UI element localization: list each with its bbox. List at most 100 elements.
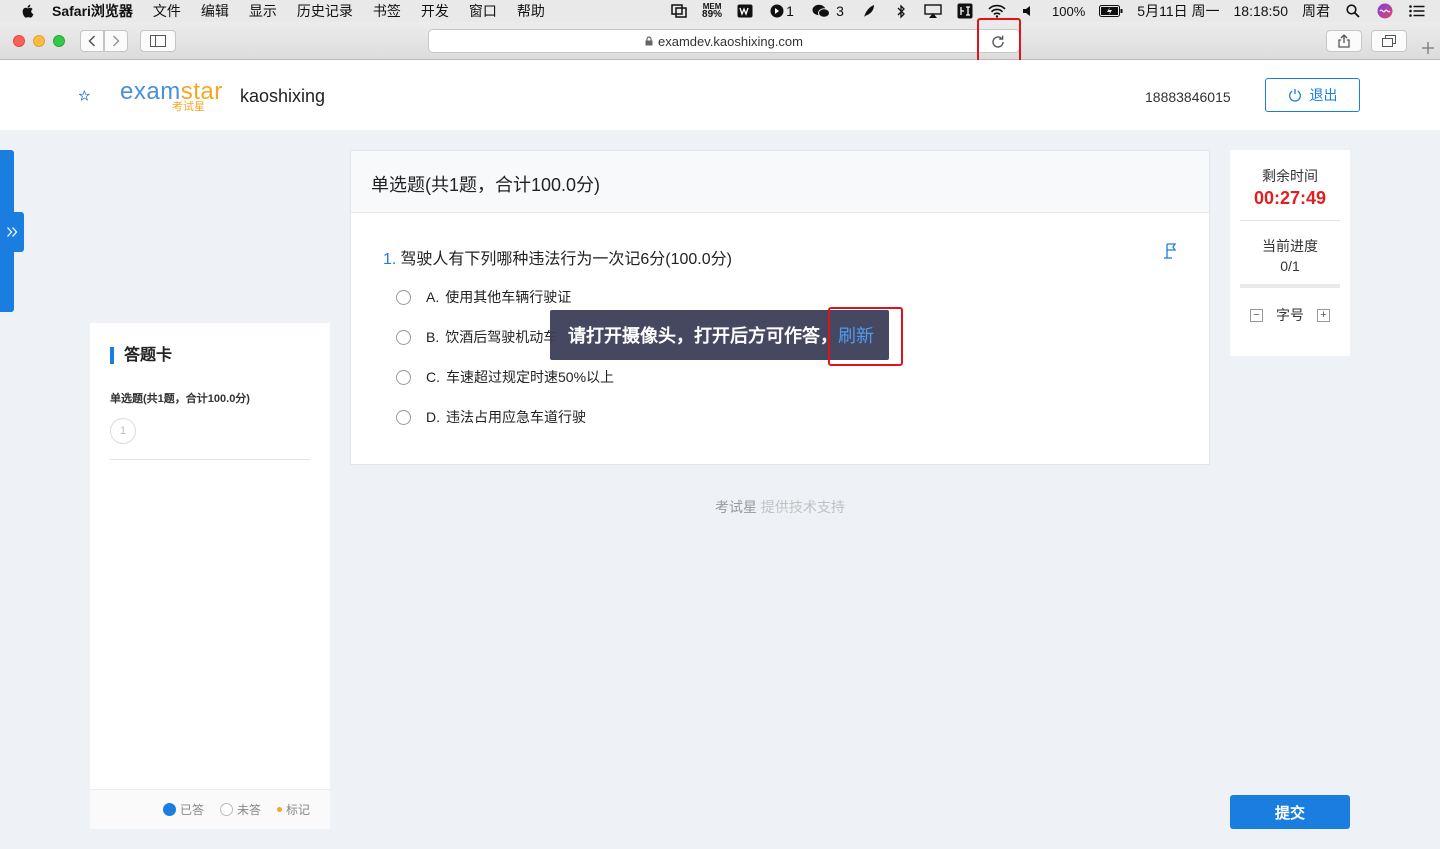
chevron-right-icon (112, 35, 120, 47)
volume-icon[interactable] (1020, 3, 1038, 19)
minimize-window-button[interactable] (33, 35, 45, 47)
memory-value: 89% (702, 9, 723, 20)
wechat-count: 3 (836, 3, 844, 19)
menu-develop[interactable]: 开发 (421, 1, 449, 21)
bluetooth-icon[interactable] (892, 3, 910, 19)
question-number-button[interactable]: 1 (110, 418, 136, 444)
menubar-date[interactable]: 5月11日 周一 (1137, 1, 1219, 21)
close-window-button[interactable] (13, 35, 25, 47)
option-c[interactable]: C. 车速超过规定时速50%以上 (396, 367, 614, 387)
menu-edit[interactable]: 编辑 (201, 1, 229, 21)
refresh-highlight-box (828, 307, 903, 366)
remaining-time-value: 00:27:49 (1253, 188, 1327, 208)
menu-window[interactable]: 窗口 (469, 1, 497, 21)
radio-b[interactable] (396, 329, 411, 345)
option-c-text: 车速超过规定时速50%以上 (446, 369, 615, 385)
question-text: 驾驶人有下列哪种违法行为一次记6分(100.0分) (400, 251, 732, 268)
font-size-increase-button[interactable]: + (1317, 308, 1330, 322)
option-d-text: 违法占用应急车道行驶 (446, 409, 586, 425)
progress-track (1240, 284, 1340, 288)
feather-icon[interactable] (860, 3, 878, 19)
share-button[interactable] (1326, 30, 1362, 52)
logout-label: 退出 (1309, 87, 1338, 103)
screen-capture-icon[interactable] (670, 3, 688, 19)
option-b-text: 饮酒后驾驶机动车 (445, 329, 558, 345)
legend-unanswered: 未答 (219, 801, 261, 818)
mark-flag-icon[interactable] (1162, 242, 1180, 260)
organization-name: kaoshixing (240, 86, 326, 106)
sidebar-icon (150, 35, 166, 47)
spotlight-search-icon[interactable] (1344, 3, 1362, 19)
question-number: 1. (383, 251, 397, 268)
address-bar[interactable]: examdev.kaoshixing.com (428, 29, 1020, 53)
battery-icon[interactable] (1099, 3, 1123, 19)
footer-brand: 考试星 (715, 499, 757, 515)
answer-card-section: 单选题(共1题，合计100.0分) (110, 393, 250, 405)
menu-app-name[interactable]: Safari浏览器 (52, 1, 133, 21)
font-size-decrease-button[interactable]: − (1250, 308, 1263, 322)
examstar-logo-icon (79, 90, 90, 101)
sidebar-toggle-button[interactable] (140, 30, 176, 52)
radio-a[interactable] (396, 289, 411, 305)
wps-icon[interactable] (736, 3, 754, 19)
menu-help[interactable]: 帮助 (517, 1, 545, 21)
logout-button[interactable]: 退出 (1265, 78, 1360, 112)
wifi-icon[interactable] (988, 3, 1006, 19)
menubar-user[interactable]: 周君 (1302, 1, 1330, 21)
question-panel: 单选题(共1题，合计100.0分) 1. 驾驶人有下列哪种违法行为一次记6分(10… (350, 150, 1210, 465)
font-size-label: 字号 (1276, 307, 1304, 323)
new-tab-button[interactable] (1418, 38, 1438, 58)
url-text: examdev.kaoshixing.com (658, 33, 803, 49)
user-phone: 18883846015 (1145, 89, 1231, 105)
siri-icon[interactable] (1376, 3, 1394, 19)
double-chevron-right-icon (7, 227, 18, 237)
answered-dot-icon (162, 803, 176, 816)
menu-history[interactable]: 历史记录 (297, 1, 353, 21)
menu-view[interactable]: 显示 (249, 1, 277, 21)
divider (1240, 220, 1340, 221)
input-method-icon[interactable] (956, 3, 974, 19)
notification-center-icon[interactable] (1408, 3, 1426, 19)
plus-icon (1422, 42, 1434, 54)
option-d[interactable]: D. 违法占用应急车道行驶 (396, 407, 586, 427)
notification-icon[interactable]: 1 (768, 3, 796, 19)
share-icon (1338, 34, 1350, 48)
option-a[interactable]: A. 使用其他车辆行驶证 (396, 287, 571, 307)
memory-indicator[interactable]: MEM 89% (702, 3, 723, 20)
progress-label: 当前进度 (1262, 238, 1318, 254)
legend-marked: 标记 (276, 801, 310, 818)
option-a-letter: A. (426, 289, 440, 305)
answer-legend: 已答 未答 标记 (90, 789, 330, 829)
menubar-clock[interactable]: 18:18:50 (1234, 3, 1289, 19)
wechat-icon[interactable]: 3 (810, 3, 846, 19)
power-icon (1288, 89, 1301, 102)
logo-subtitle: 考试星 (172, 101, 205, 113)
airplay-icon[interactable] (924, 3, 942, 19)
apple-menu-icon[interactable] (20, 3, 36, 19)
battery-percent: 100% (1052, 3, 1086, 19)
legend-marked-label: 标记 (285, 803, 310, 817)
legend-answered-label: 已答 (179, 803, 204, 817)
menu-file[interactable]: 文件 (153, 1, 181, 21)
option-d-letter: D. (426, 409, 440, 425)
remaining-time-label: 剩余时间 (1262, 168, 1318, 184)
radio-d[interactable] (396, 409, 411, 425)
lock-icon (645, 36, 653, 46)
marked-dot-icon (276, 807, 282, 812)
radio-c[interactable] (396, 369, 411, 385)
tab-overview-button[interactable] (1371, 30, 1407, 52)
expand-drawer-button[interactable] (0, 212, 24, 252)
option-a-text: 使用其他车辆行驶证 (445, 289, 572, 305)
back-button[interactable] (80, 30, 104, 52)
menu-bookmarks[interactable]: 书签 (373, 1, 401, 21)
forward-button[interactable] (104, 30, 128, 52)
notification-count: 1 (786, 3, 794, 19)
status-area: MEM 89% 1 3 100% 5月11日 周一 18:18:50 周君 (670, 0, 1426, 22)
zoom-window-button[interactable] (53, 35, 65, 47)
browser-toolbar: examdev.kaoshixing.com (0, 18, 1440, 63)
question-section-title: 单选题(共1题，合计100.0分) (351, 151, 1209, 213)
option-b[interactable]: B. 饮酒后驾驶机动车 (396, 327, 557, 347)
option-c-letter: C. (426, 369, 440, 385)
submit-button[interactable]: 提交 (1230, 795, 1350, 829)
reload-highlight-box (977, 18, 1021, 63)
